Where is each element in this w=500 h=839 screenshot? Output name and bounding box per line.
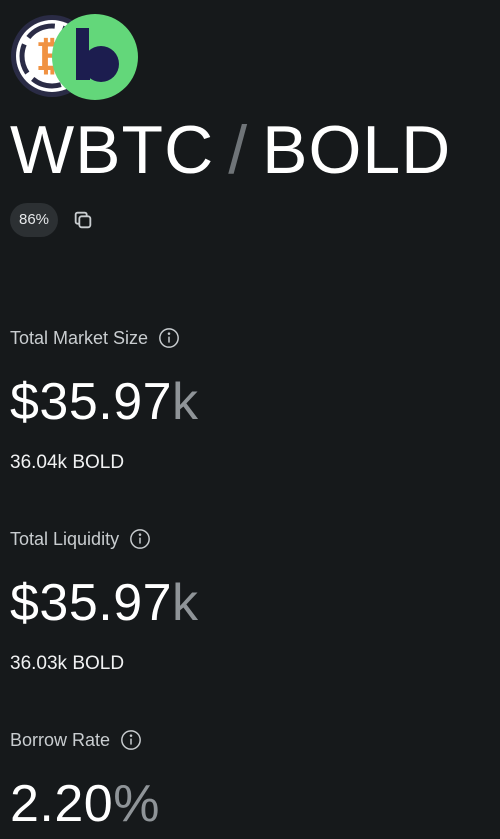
metric-label: Borrow Rate <box>10 729 111 750</box>
info-icon[interactable] <box>120 729 142 751</box>
metric-unit: k <box>172 373 199 431</box>
metric-total-liquidity: Total Liquidity $35.97k 36.03k BOLD <box>10 525 490 675</box>
pair-separator: / <box>228 112 249 188</box>
copy-icon[interactable] <box>72 209 94 231</box>
base-symbol: WBTC <box>10 112 215 188</box>
metric-borrow-rate: Borrow Rate 2.20% <box>10 726 490 834</box>
metric-amount: $35.97 <box>10 574 173 632</box>
metric-amount: 2.20 <box>10 775 114 833</box>
bold-logo <box>52 14 138 100</box>
metric-value: $35.97k <box>10 573 490 633</box>
metric-unit: % <box>113 775 160 833</box>
metric-subvalue: 36.04k BOLD <box>10 452 125 473</box>
metric-total-market-size: Total Market Size $35.97k 36.04k BOLD <box>10 324 490 474</box>
metric-label: Total Market Size <box>10 327 149 348</box>
metric-value: $35.97k <box>10 372 490 432</box>
info-icon[interactable] <box>129 528 151 550</box>
metric-label: Total Liquidity <box>10 528 120 549</box>
pair-logos: ₿ <box>10 14 140 100</box>
metric-value: 2.20% <box>10 774 490 834</box>
ltv-badge: 86% <box>10 203 59 237</box>
metric-unit: k <box>172 574 199 632</box>
metric-subvalue: 36.03k BOLD <box>10 653 125 674</box>
metric-amount: $35.97 <box>10 373 173 431</box>
pair-meta-row: 86% <box>10 202 94 238</box>
pair-title: WBTC / BOLD <box>10 108 451 192</box>
quote-symbol: BOLD <box>262 112 452 188</box>
info-icon[interactable] <box>158 327 180 349</box>
